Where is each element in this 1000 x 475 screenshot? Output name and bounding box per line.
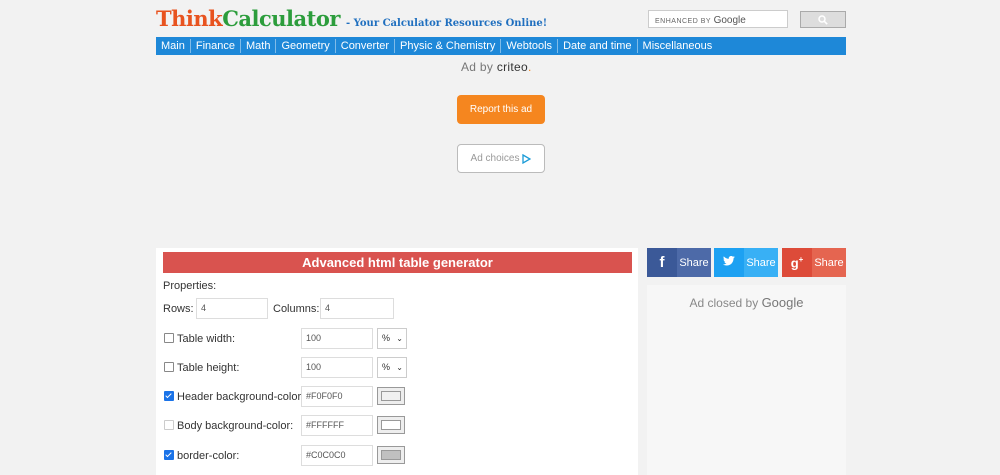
body-bg-label: Body background-color: (177, 420, 294, 432)
swatch-color (381, 391, 401, 401)
main-nav: Main Finance Math Geometry Converter Phy… (156, 37, 846, 55)
site-logo[interactable]: ThinkCalculator - Your Calculator Resour… (156, 6, 547, 31)
ad-closed-box: Ad closed by Google (647, 285, 846, 475)
nav-geometry[interactable]: Geometry (276, 39, 336, 53)
ad-by-label: Ad by (461, 60, 494, 74)
googleplus-share-label: Share (812, 248, 846, 277)
adchoices-icon (522, 153, 532, 164)
table-height-unit-value: % (382, 362, 391, 372)
table-width-label: Table width: (177, 333, 236, 345)
search-button[interactable] (800, 11, 846, 28)
properties-label: Properties: (163, 280, 217, 292)
nav-date-time[interactable]: Date and time (558, 39, 638, 53)
swatch-color (381, 420, 401, 430)
body-bg-swatch[interactable] (377, 416, 405, 434)
googleplus-icon: g+ (790, 254, 804, 271)
ad-closed-label: Ad closed by (689, 296, 759, 310)
twitter-share-label: Share (744, 248, 778, 277)
site-header: ThinkCalculator - Your Calculator Resour… (156, 0, 846, 37)
columns-label: Columns: (273, 303, 320, 315)
columns-input[interactable]: 4 (320, 298, 394, 319)
table-height-input[interactable]: 100 (301, 357, 373, 378)
logo-calculator: Calculator (222, 6, 340, 31)
nav-finance[interactable]: Finance (191, 39, 241, 53)
chevron-down-icon: ⌄ (396, 363, 403, 372)
header-bg-row: Header background-color: (164, 391, 304, 403)
nav-main[interactable]: Main (156, 39, 191, 53)
ad-choices-button[interactable]: Ad choices (457, 144, 545, 173)
ad-closed-text: Ad closed by Google (647, 295, 846, 310)
facebook-icon: f (659, 254, 665, 271)
chevron-down-icon: ⌄ (396, 334, 403, 343)
table-generator-panel: Advanced html table generator Properties… (156, 248, 638, 475)
header-bg-label: Header background-color: (177, 391, 305, 403)
nav-math[interactable]: Math (241, 39, 277, 53)
table-width-checkbox[interactable] (164, 333, 174, 343)
twitter-share-button[interactable]: Share (714, 248, 778, 277)
search-input[interactable]: ENHANCED BY Google (648, 10, 788, 28)
ad-choices-label: Ad choices (470, 153, 520, 164)
logo-think: Think (156, 6, 223, 31)
facebook-share-label: Share (677, 248, 711, 277)
nav-webtools[interactable]: Webtools (501, 39, 559, 53)
nav-converter[interactable]: Converter (336, 39, 396, 53)
logo-tagline: - Your Calculator Resources Online! (345, 18, 548, 29)
border-color-label: border-color: (177, 450, 240, 462)
table-height-checkbox[interactable] (164, 362, 174, 372)
report-ad-button[interactable]: Report this ad (457, 95, 545, 124)
google-logo: Google (761, 295, 804, 310)
border-color-input[interactable]: #C0C0C0 (301, 445, 373, 466)
header-bg-swatch[interactable] (377, 387, 405, 405)
nav-physic-chemistry[interactable]: Physic & Chemistry (395, 39, 502, 53)
table-width-row: Table width: (164, 333, 235, 345)
search-enhanced-label: ENHANCED BY (655, 18, 712, 25)
facebook-share-button[interactable]: f Share (647, 248, 711, 277)
search-box: ENHANCED BY Google (648, 10, 846, 30)
search-icon (818, 15, 828, 25)
table-height-unit-select[interactable]: % ⌄ (377, 357, 407, 378)
table-height-label: Table height: (177, 362, 240, 374)
table-width-unit-value: % (382, 333, 391, 343)
criteo-logo[interactable]: criteo (497, 60, 528, 74)
googleplus-share-button[interactable]: g+ Share (782, 248, 846, 277)
header-bg-checkbox[interactable] (164, 391, 174, 401)
body-bg-row: Body background-color: (164, 420, 293, 432)
nav-miscellaneous[interactable]: Miscellaneous (638, 39, 718, 53)
swatch-color (381, 450, 401, 460)
table-height-row: Table height: (164, 362, 239, 374)
body-bg-checkbox[interactable] (164, 420, 174, 430)
panel-title: Advanced html table generator (163, 252, 632, 273)
body-bg-input[interactable]: #FFFFFF (301, 415, 373, 436)
table-width-unit-select[interactable]: % ⌄ (377, 328, 407, 349)
rows-label: Rows: (163, 303, 194, 315)
ad-by-criteo: Ad by criteo. (461, 60, 532, 74)
twitter-icon (714, 254, 744, 271)
search-google-label: Google (713, 15, 746, 26)
border-color-checkbox[interactable] (164, 450, 174, 460)
border-color-row: border-color: (164, 450, 239, 462)
header-bg-input[interactable]: #F0F0F0 (301, 386, 373, 407)
criteo-dot-icon: . (527, 60, 532, 74)
border-color-swatch[interactable] (377, 446, 405, 464)
table-width-input[interactable]: 100 (301, 328, 373, 349)
rows-input[interactable]: 4 (196, 298, 268, 319)
